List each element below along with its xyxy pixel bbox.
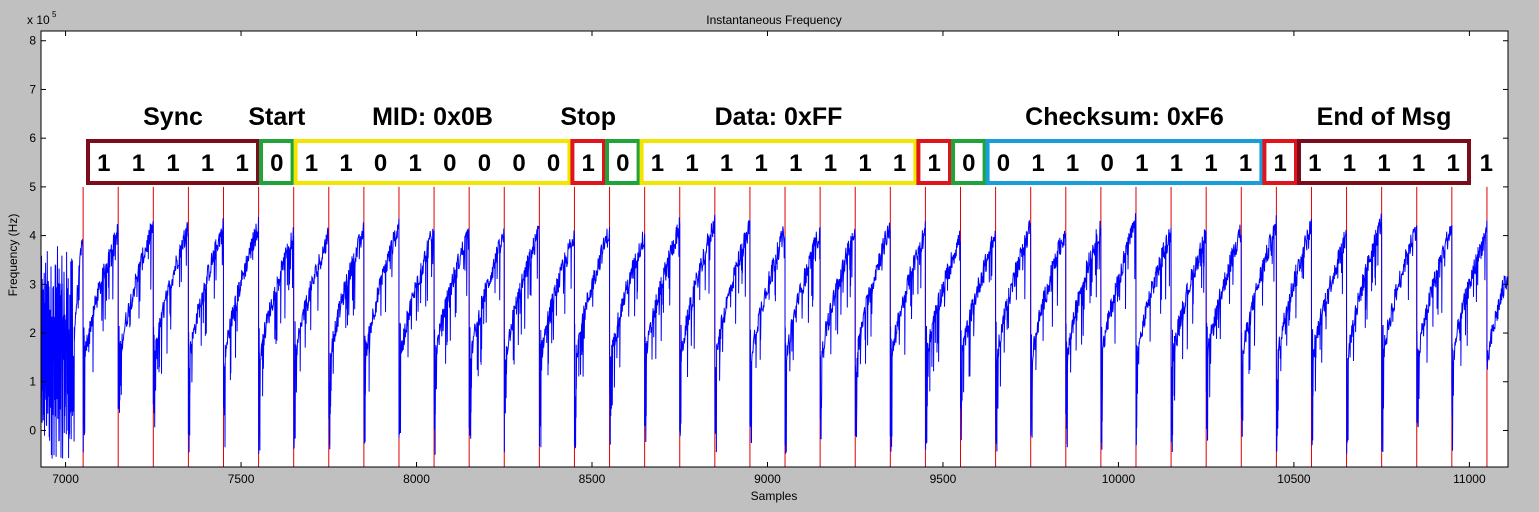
x-tick-label: 10000 [1102, 472, 1136, 486]
bit-value: 1 [1308, 150, 1321, 177]
y-axis-label: Frequency (Hz) [6, 214, 20, 297]
plot-area [41, 31, 1508, 467]
bit-value: 1 [305, 150, 318, 177]
bit-value: 1 [97, 150, 110, 177]
bit-value: 1 [755, 150, 768, 177]
bit-value: 0 [1101, 150, 1114, 177]
x-tick-label: 9500 [930, 472, 957, 486]
y-tick-label: 3 [29, 277, 36, 291]
bit-value: 1 [824, 150, 837, 177]
bit-value: 1 [166, 150, 179, 177]
bit-value: 1 [893, 150, 906, 177]
bit-value: 1 [928, 150, 941, 177]
segment-group: 1 [916, 139, 953, 185]
bit-value: 0 [962, 150, 975, 177]
bit-value: 0 [270, 150, 283, 177]
x-tick-label: 7000 [52, 472, 79, 486]
y-tick-label: 2 [29, 326, 36, 340]
x-axis-label: Samples [751, 489, 798, 503]
bit-value: 1 [1204, 150, 1217, 177]
bit-value: 1 [582, 150, 595, 177]
bit-value: 0 [547, 150, 560, 177]
bit-value: 0 [478, 150, 491, 177]
bit-value: 0 [443, 150, 456, 177]
y-tick-label: 7 [29, 82, 36, 96]
x-tick-label: 10500 [1277, 472, 1311, 486]
y-tick-label: 6 [29, 131, 36, 145]
bit-value: 1 [858, 150, 871, 177]
segment-label: End of Msg [1317, 103, 1452, 131]
bit-value: 1 [651, 150, 664, 177]
segment-label: Sync [143, 103, 203, 131]
x-tick-label: 11000 [1453, 472, 1486, 486]
bit-value: 1 [409, 150, 422, 177]
segment-label: MID: 0x0B [372, 103, 493, 131]
bit-value: 0 [374, 150, 387, 177]
segment-box [639, 139, 918, 185]
y-tick-label: 1 [29, 375, 36, 389]
segment-group: 0 [605, 139, 641, 185]
y-tick-label: 8 [29, 34, 36, 48]
segment-label: Stop [560, 103, 616, 131]
bit-value: 1 [720, 150, 733, 177]
x-tick-label: 9000 [754, 472, 781, 486]
bit-value: 1 [1412, 150, 1425, 177]
y-exponent-label: x 10 [27, 13, 50, 27]
x-tick-label: 7500 [228, 472, 255, 486]
bit-value: 1 [132, 150, 145, 177]
bit-value: 1 [201, 150, 214, 177]
bit-value: 0 [512, 150, 525, 177]
bit-value: 1 [1031, 150, 1044, 177]
bit-value: 1 [236, 150, 249, 177]
segment-group: 0 [951, 139, 987, 185]
bit-value: 1 [1447, 150, 1460, 177]
segment-label: Checksum: 0xF6 [1025, 103, 1224, 131]
x-tick-label: 8000 [403, 472, 430, 486]
bit-value: 1 [1377, 150, 1390, 177]
segment-box [985, 139, 1264, 185]
segment-group: 1 1 1 1 1End of Msg [1297, 103, 1471, 185]
segment-group: 0 1 1 0 1 1 1 1Checksum: 0xF6 [985, 103, 1264, 185]
y-exponent-power: 5 [52, 10, 57, 19]
segment-label: Data: 0xFF [715, 103, 843, 131]
y-tick-label: 5 [29, 180, 36, 194]
y-tick-label: 0 [29, 423, 36, 437]
bit-value: 1 [339, 150, 352, 177]
chart-title: Instantaneous Frequency [706, 13, 841, 27]
segment-label: Start [248, 103, 306, 131]
bit-value: 0 [616, 150, 629, 177]
trailing-bit: 1 [1480, 150, 1493, 177]
bit-value: 1 [1135, 150, 1148, 177]
bit-value: 1 [685, 150, 698, 177]
segment-box [293, 139, 572, 185]
segment-group: 1 [1262, 139, 1299, 185]
bit-value: 1 [1170, 150, 1183, 177]
chart-svg: 7000 7500 8000 8500 9000 9500 10000 10500 110000… [0, 0, 1539, 507]
bit-value: 1 [1274, 150, 1287, 177]
x-tick-label: 8500 [579, 472, 606, 486]
bit-value: 1 [1066, 150, 1079, 177]
bit-value: 1 [789, 150, 802, 177]
instantaneous-frequency-figure: 7000 7500 8000 8500 9000 9500 10000 10500 11000 0… [0, 0, 1539, 507]
bit-value: 1 [1343, 150, 1356, 177]
y-tick-label: 4 [29, 229, 36, 243]
bit-value: 0 [997, 150, 1010, 177]
bit-value: 1 [1239, 150, 1252, 177]
